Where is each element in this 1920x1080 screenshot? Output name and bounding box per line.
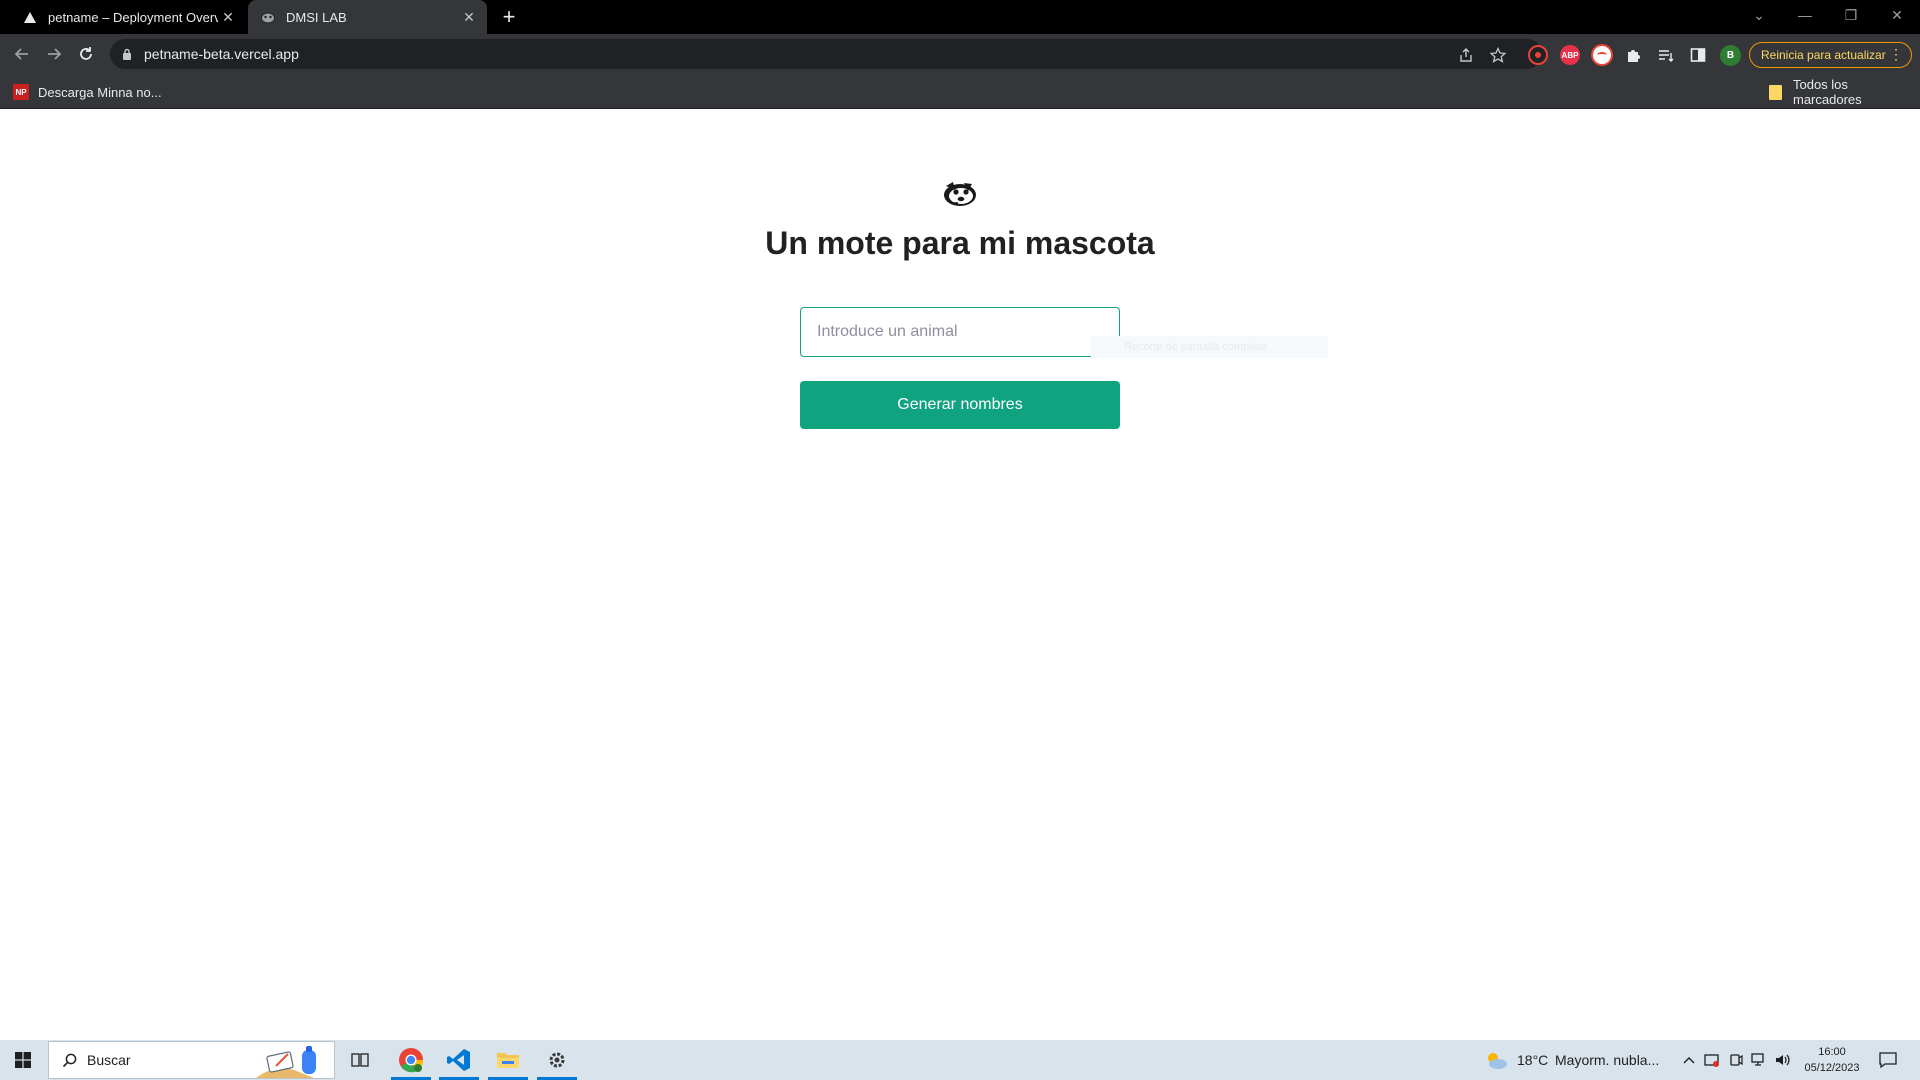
notification-center-icon[interactable]: [1878, 1051, 1898, 1069]
profile-avatar[interactable]: B: [1720, 45, 1741, 66]
back-arrow-icon[interactable]: [8, 40, 36, 68]
close-window-icon[interactable]: ✕: [1874, 0, 1920, 30]
tab-search-chevron-icon[interactable]: ⌄: [1736, 0, 1782, 30]
network-icon[interactable]: [1751, 1052, 1767, 1068]
snip-tooltip: Recorte de pantalla completa: [1091, 336, 1328, 358]
lock-icon[interactable]: [120, 47, 134, 61]
meet-now-icon[interactable]: [1728, 1052, 1744, 1068]
close-tab-icon[interactable]: ✕: [218, 7, 238, 27]
windows-start-icon[interactable]: [0, 1040, 46, 1080]
tab-title: petname – Deployment Overvie: [48, 9, 218, 25]
close-tab-icon[interactable]: ✕: [459, 7, 479, 27]
page-title: Un mote para mi mascota: [765, 225, 1155, 261]
system-clock[interactable]: 16:00 05/12/2023: [1782, 1044, 1882, 1076]
file-explorer-taskbar-icon[interactable]: [484, 1040, 532, 1080]
url-text: petname-beta.vercel.app: [144, 46, 299, 62]
tab-title: DMSI LAB: [286, 9, 347, 25]
bookmarks-bar: NP Descarga Minna no... Todos los marcad…: [0, 74, 1920, 109]
settings-gear-taskbar-icon[interactable]: [533, 1040, 581, 1080]
all-bookmarks-label: Todos los marcadores: [1792, 77, 1862, 107]
record-extension-icon[interactable]: [1528, 45, 1548, 65]
search-icon: [61, 1052, 77, 1068]
all-bookmarks-folder[interactable]: Todos los marcadores: [1768, 77, 1920, 107]
new-tab-button[interactable]: +: [496, 4, 522, 30]
np-icon: NP: [13, 84, 29, 100]
reading-list-icon[interactable]: [1657, 46, 1675, 64]
restore-icon[interactable]: ❐: [1828, 0, 1874, 30]
search-placeholder: Buscar: [87, 1052, 131, 1068]
search-highlight-illustration-icon: [256, 1046, 316, 1078]
weather-description[interactable]: Mayorm. nubla...: [1555, 1040, 1659, 1080]
animal-input[interactable]: [800, 307, 1120, 357]
update-button-label: Reinicia para actualizar: [1761, 48, 1886, 62]
address-bar[interactable]: petname-beta.vercel.app: [110, 39, 1542, 69]
folder-icon: [1768, 84, 1784, 100]
bookmark-star-icon[interactable]: [1489, 46, 1507, 64]
weather-partly-cloudy-icon[interactable]: [1484, 1050, 1508, 1070]
chevron-up-icon[interactable]: [1681, 1052, 1697, 1068]
share-icon[interactable]: [1457, 46, 1475, 64]
minimize-icon[interactable]: —: [1782, 0, 1828, 30]
windows-taskbar: Buscar 18°C Mayorm. nubla... 16:00 05/12…: [0, 1040, 1920, 1080]
puzzle-icon[interactable]: [1625, 46, 1643, 64]
reload-icon[interactable]: [72, 40, 100, 68]
extension-badge-icon[interactable]: [1591, 44, 1613, 66]
dog-logo-icon: [944, 182, 976, 206]
clock-date: 05/12/2023: [1804, 1062, 1860, 1074]
side-panel-icon[interactable]: [1689, 46, 1707, 64]
clock-time: 16:00: [1818, 1046, 1846, 1058]
adblock-icon[interactable]: ABP: [1560, 45, 1580, 65]
security-alert-icon[interactable]: [1704, 1052, 1720, 1068]
tab-dmsi-lab[interactable]: DMSI LAB ✕: [248, 0, 487, 34]
taskbar-search-input[interactable]: Buscar: [48, 1041, 335, 1079]
page-content: Un mote para mi mascota Recorte de panta…: [0, 109, 1920, 1040]
task-view-icon[interactable]: [336, 1040, 384, 1080]
tab-petname-deployment[interactable]: petname – Deployment Overvie ✕: [0, 0, 246, 34]
dog-icon: [260, 9, 276, 25]
vscode-taskbar-icon[interactable]: [435, 1040, 483, 1080]
weather-temperature[interactable]: 18°C: [1517, 1040, 1548, 1080]
forward-arrow-icon[interactable]: [40, 40, 68, 68]
bookmark-label: Descarga Minna no...: [38, 84, 162, 100]
generate-names-button[interactable]: Generar nombres: [800, 381, 1120, 429]
tab-strip: petname – Deployment Overvie ✕ DMSI LAB …: [0, 0, 1920, 34]
bookmark-item[interactable]: NP Descarga Minna no...: [13, 82, 162, 102]
restart-to-update-button[interactable]: Reinicia para actualizar ⋮: [1749, 42, 1912, 68]
more-menu-icon[interactable]: ⋮: [1889, 47, 1903, 61]
vercel-triangle-icon: [22, 9, 38, 25]
chrome-taskbar-icon[interactable]: [387, 1040, 435, 1080]
